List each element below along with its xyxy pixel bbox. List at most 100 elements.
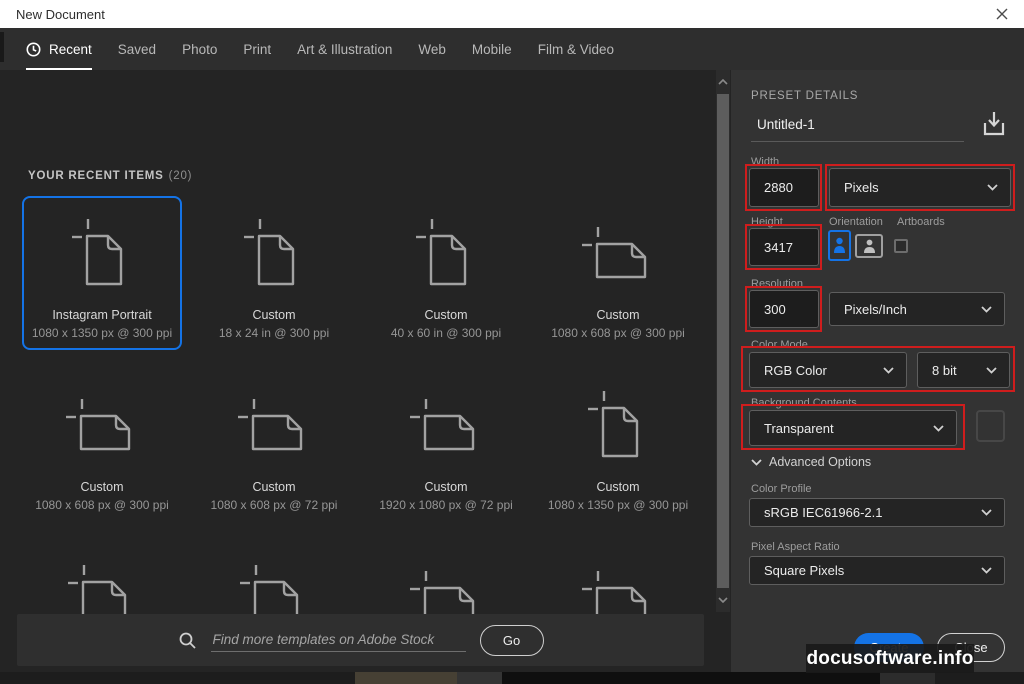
color-profile-value: sRGB IEC61966-2.1 (764, 505, 883, 520)
close-icon[interactable] (988, 0, 1016, 28)
tab-label: Saved (117, 41, 157, 57)
pixel-aspect-ratio-dropdown[interactable]: Square Pixels (749, 556, 1005, 585)
preset-tile-custom[interactable]: Custom 1080 x 1350 px @ 300 ppi (538, 368, 698, 522)
artboards-checkbox[interactable] (894, 239, 908, 253)
color-profile-label: Color Profile (751, 483, 812, 495)
tab-print[interactable]: Print (243, 28, 271, 70)
preset-name: Custom (424, 308, 468, 322)
watermark: docusoftware.info (806, 644, 974, 673)
preset-tile-custom[interactable]: Custom 1080 x 608 px @ 300 ppi (22, 368, 182, 522)
orientation-label: Orientation (829, 216, 883, 228)
search-input[interactable] (210, 628, 466, 652)
tab-web[interactable]: Web (418, 28, 446, 70)
name-divider (751, 141, 964, 142)
pixel-aspect-ratio-label: Pixel Aspect Ratio (751, 541, 840, 553)
preset-dimensions: 18 x 24 in @ 300 ppi (218, 326, 330, 340)
clock-icon (26, 42, 41, 56)
width-label: Width (751, 156, 780, 168)
preset-details-header: PRESET DETAILS (751, 90, 859, 102)
vertical-scrollbar[interactable] (716, 70, 730, 612)
preset-tile-custom[interactable]: Custom 1920 x 1080 px @ 72 ppi (366, 368, 526, 522)
tab-label: Photo (182, 41, 218, 57)
document-name-field[interactable]: Untitled-1 (757, 117, 815, 132)
tab-label: Art & Illustration (297, 41, 393, 57)
chevron-down-icon (981, 567, 992, 574)
chevron-down-icon (933, 424, 944, 432)
height-label: Height (751, 216, 783, 228)
preset-tile-custom[interactable]: Custom 1080 x 608 px @ 300 ppi (538, 196, 698, 350)
preset-tile-custom[interactable]: Custom 40 x 60 in @ 300 ppi (366, 196, 526, 350)
height-input[interactable]: 3417 (749, 228, 819, 266)
chevron-down-icon (751, 458, 762, 466)
advanced-options-toggle[interactable]: Advanced Options (751, 455, 871, 469)
new-document-dialog: New Document Recent Saved Photo Print Art & … (0, 0, 1024, 684)
tab-saved[interactable]: Saved (118, 28, 156, 70)
background-app-thumb (457, 672, 502, 684)
tab-label: Film & Video (537, 41, 614, 57)
scroll-up-icon[interactable] (716, 70, 730, 94)
color-mode-value: RGB Color (764, 362, 827, 378)
bit-depth-dropdown[interactable]: 8 bit (917, 352, 1010, 388)
background-color-swatch[interactable] (976, 410, 1005, 442)
preset-dimensions: 1080 x 608 px @ 300 ppi (35, 498, 169, 512)
preset-name: Custom (252, 480, 296, 494)
chevron-down-icon (981, 509, 992, 516)
chevron-down-icon (986, 366, 997, 374)
tab-label: Recent (49, 41, 92, 57)
background-app-thumb (880, 672, 935, 684)
artboards-label: Artboards (897, 216, 945, 228)
resolution-unit-value: Pixels/Inch (844, 301, 907, 317)
bit-depth-value: 8 bit (932, 362, 957, 378)
preset-dimensions: 1080 x 608 px @ 72 ppi (210, 498, 338, 512)
chevron-down-icon (883, 366, 894, 374)
tab-label: Mobile (471, 41, 512, 57)
orientation-portrait-button[interactable] (828, 230, 851, 261)
document-icon (238, 204, 310, 300)
tab-film-video[interactable]: Film & Video (538, 28, 614, 70)
document-icon (582, 204, 654, 300)
tab-art-illustration[interactable]: Art & Illustration (297, 28, 392, 70)
document-icon (66, 204, 138, 300)
preset-dimensions: 1080 x 1350 px @ 300 ppi (31, 326, 173, 340)
tab-label: Web (418, 41, 446, 57)
width-input[interactable]: 2880 (749, 168, 819, 207)
chevron-down-icon (987, 184, 998, 191)
recent-items-header-text: YOUR RECENT ITEMS (28, 170, 164, 182)
document-icon (66, 376, 138, 472)
preset-dimensions: 1080 x 608 px @ 300 ppi (551, 326, 685, 340)
scrollbar-thumb[interactable] (717, 94, 729, 588)
preset-name: Custom (252, 308, 296, 322)
color-profile-dropdown[interactable]: sRGB IEC61966-2.1 (749, 498, 1005, 527)
preset-name: Custom (424, 480, 468, 494)
width-unit-dropdown[interactable]: Pixels (829, 168, 1011, 207)
background-contents-dropdown[interactable]: Transparent (749, 410, 957, 446)
tabbar-notch (0, 32, 4, 62)
tab-bar: Recent Saved Photo Print Art & Illustration W… (0, 28, 1024, 70)
adobe-stock-search-bar: Go (17, 614, 704, 666)
tab-photo[interactable]: Photo (182, 28, 217, 70)
background-app-thumb (502, 672, 880, 684)
search-icon (178, 631, 197, 650)
recent-items-area: YOUR RECENT ITEMS (20) Instagram Portrait… (0, 70, 731, 684)
preset-dimensions: 1080 x 1350 px @ 300 ppi (547, 498, 689, 512)
background-app-strip (0, 672, 1024, 684)
pixel-aspect-ratio-value: Square Pixels (764, 563, 845, 578)
tab-mobile[interactable]: Mobile (472, 28, 512, 70)
scroll-down-icon[interactable] (716, 588, 730, 612)
advanced-options-label: Advanced Options (769, 455, 872, 469)
portrait-person-icon (834, 237, 845, 253)
tab-label: Print (243, 41, 272, 57)
go-button[interactable]: Go (479, 624, 544, 656)
preset-tile-custom[interactable]: Custom 1080 x 608 px @ 72 ppi (194, 368, 354, 522)
tab-recent[interactable]: Recent (26, 28, 92, 70)
resolution-unit-dropdown[interactable]: Pixels/Inch (829, 292, 1005, 326)
preset-tile-custom[interactable]: Custom 18 x 24 in @ 300 ppi (194, 196, 354, 350)
preset-name: Custom (596, 308, 640, 322)
save-preset-icon[interactable] (981, 110, 1007, 143)
orientation-landscape-button[interactable] (855, 234, 883, 258)
background-contents-label: Background Contents (751, 397, 857, 409)
window-title: New Document (16, 6, 105, 22)
preset-tile-instagram-portrait[interactable]: Instagram Portrait 1080 x 1350 px @ 300 p… (22, 196, 182, 350)
resolution-input[interactable]: 300 (749, 290, 819, 328)
color-mode-dropdown[interactable]: RGB Color (749, 352, 907, 388)
